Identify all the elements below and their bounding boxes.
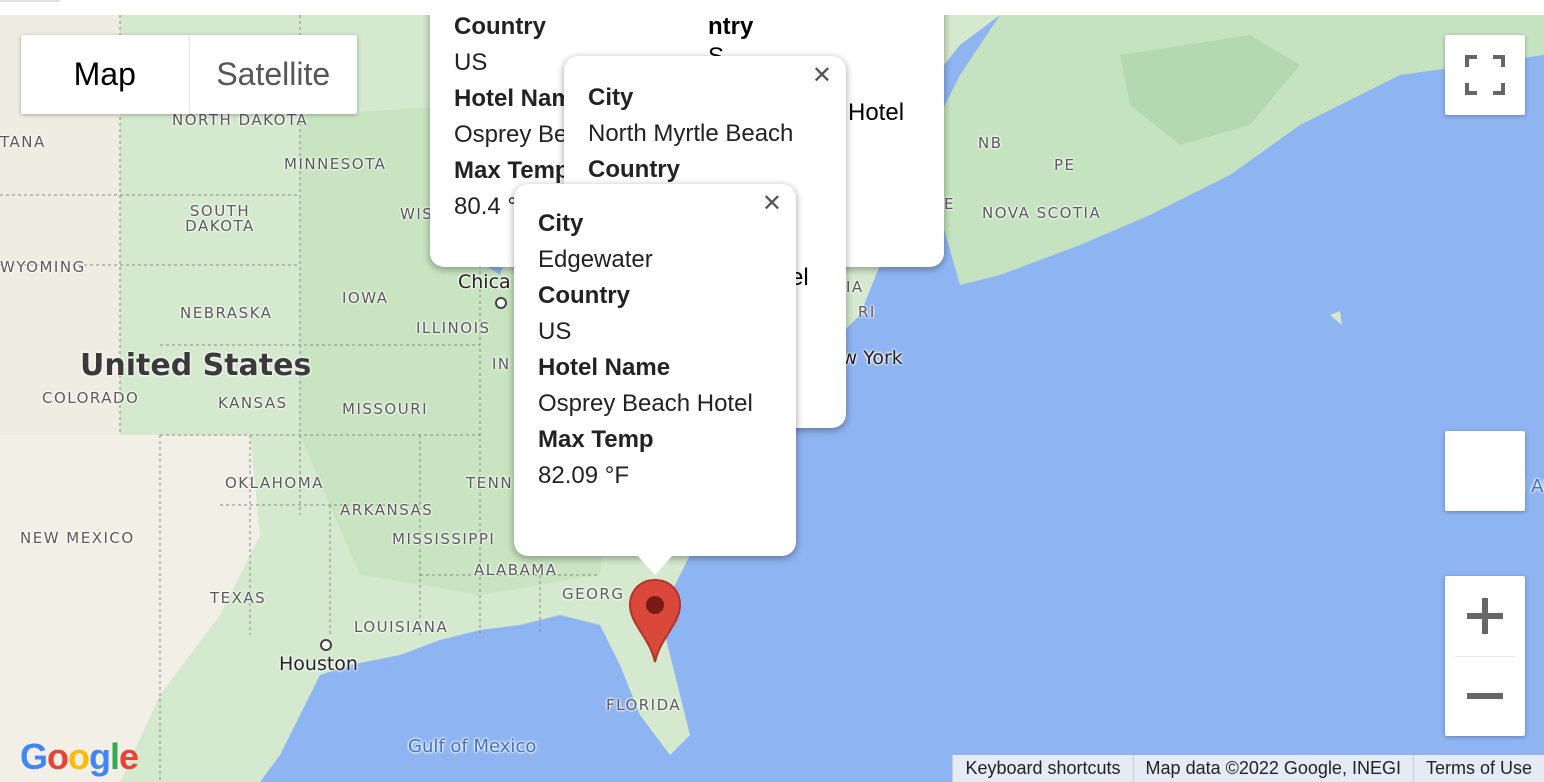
label-illinois: ILLINOIS bbox=[416, 319, 491, 337]
keyboard-shortcuts-link[interactable]: Keyboard shortcuts bbox=[952, 755, 1132, 782]
houston-dot bbox=[320, 639, 332, 651]
label-tennessee: TENN bbox=[466, 474, 514, 492]
info-window-tail bbox=[637, 555, 673, 575]
city-value: Edgewater bbox=[538, 246, 653, 273]
map-canvas[interactable]: NORTH DAKOTA TANA MINNESOTA SOUTH DAKOTA… bbox=[0, 15, 1544, 782]
google-logo[interactable]: Google bbox=[20, 736, 139, 778]
country-label: Country bbox=[538, 282, 630, 309]
zoom-out-button[interactable] bbox=[1445, 656, 1525, 736]
label-north-dakota: NORTH DAKOTA bbox=[172, 111, 309, 129]
iw2-fragment-hotel: Hotel bbox=[848, 99, 905, 126]
label-arkansas: ARKANSAS bbox=[340, 501, 434, 519]
label-e: E bbox=[944, 195, 955, 213]
minus-icon bbox=[1467, 693, 1503, 699]
label-mississippi: MISSISSIPPI bbox=[392, 530, 496, 548]
label-wisconsin: WIS bbox=[400, 205, 434, 223]
label-colorado: COLORADO bbox=[42, 389, 140, 407]
label-new-mexico: NEW MEXICO bbox=[20, 529, 135, 547]
label-missouri: MISSOURI bbox=[342, 400, 429, 418]
label-wyoming: WYOMING bbox=[0, 258, 86, 276]
zoom-in-button[interactable] bbox=[1445, 576, 1525, 656]
attribution-bar: Keyboard shortcuts Map data ©2022 Google… bbox=[952, 755, 1544, 782]
map-type-map-button[interactable]: Map bbox=[21, 35, 190, 114]
zoom-divider bbox=[1455, 656, 1515, 657]
label-florida: FLORIDA bbox=[606, 696, 682, 714]
iw1-hotel-label: Hotel Nam bbox=[454, 85, 573, 112]
map-type-control: Map Satellite bbox=[21, 35, 357, 114]
map-marker-icon[interactable] bbox=[628, 578, 682, 664]
label-pe: PE bbox=[1054, 156, 1076, 174]
label-georgia: GEORG bbox=[562, 585, 625, 603]
label-louisiana: LOUISIANA bbox=[354, 618, 449, 636]
iw3-city: North Myrtle Beach bbox=[588, 120, 794, 147]
label-gulf-of-mexico: Gulf of Mexico bbox=[408, 736, 537, 757]
plus-icon bbox=[1467, 598, 1503, 634]
iw1-country-label: Country bbox=[454, 15, 546, 40]
label-indiana: IN bbox=[492, 355, 511, 373]
iw3-city-label: City bbox=[588, 84, 634, 111]
top-strip bbox=[0, 0, 60, 2]
label-rhode-island: RI bbox=[858, 303, 876, 321]
city-label: City bbox=[538, 210, 584, 237]
label-chicago: Chica bbox=[458, 271, 511, 293]
hotel-name-value: Osprey Beach Hotel bbox=[538, 390, 753, 417]
label-oklahoma: OKLAHOMA bbox=[225, 474, 324, 492]
street-view-pegman-button[interactable] bbox=[1445, 431, 1525, 511]
max-temp-value: 82.09 °F bbox=[538, 462, 629, 489]
country-value: US bbox=[538, 318, 572, 345]
label-iowa: IOWA bbox=[342, 289, 389, 307]
map-type-satellite-button[interactable]: Satellite bbox=[190, 35, 358, 114]
info-window-edgewater[interactable]: ✕ City Edgewater Country US Hotel Name O… bbox=[514, 184, 796, 556]
map-data-text: Map data ©2022 Google, INEGI bbox=[1132, 755, 1413, 782]
chicago-dot bbox=[495, 297, 507, 309]
label-minnesota: MINNESOTA bbox=[284, 155, 387, 173]
label-south-dakota: SOUTH DAKOTA bbox=[185, 202, 255, 235]
fullscreen-icon bbox=[1465, 55, 1505, 95]
fullscreen-button[interactable] bbox=[1445, 35, 1525, 115]
iw1-country: US bbox=[454, 49, 488, 76]
label-massachusetts: IA bbox=[846, 278, 864, 296]
label-united-states: United States bbox=[80, 348, 312, 383]
max-temp-label: Max Temp bbox=[538, 426, 654, 453]
label-houston: Houston bbox=[279, 653, 358, 675]
label-montana: TANA bbox=[0, 133, 46, 151]
terms-of-use-link[interactable]: Terms of Use bbox=[1412, 755, 1544, 782]
label-alabama: ALABAMA bbox=[474, 561, 558, 579]
close-icon[interactable]: ✕ bbox=[762, 192, 782, 216]
label-kansas: KANSAS bbox=[218, 394, 288, 412]
label-texas: TEXAS bbox=[210, 589, 267, 607]
label-nebraska: NEBRASKA bbox=[180, 304, 273, 322]
hotel-name-label: Hotel Name bbox=[538, 354, 671, 381]
zoom-control bbox=[1445, 576, 1525, 736]
label-nova-scotia: NOVA SCOTIA bbox=[982, 204, 1102, 222]
iw2-fragment-country: ntry bbox=[708, 15, 754, 40]
iw1-hotel: Osprey Be bbox=[454, 121, 568, 148]
label-nb: NB bbox=[978, 134, 1003, 152]
iw3-country-label: Country bbox=[588, 156, 680, 183]
close-icon[interactable]: ✕ bbox=[812, 64, 832, 88]
